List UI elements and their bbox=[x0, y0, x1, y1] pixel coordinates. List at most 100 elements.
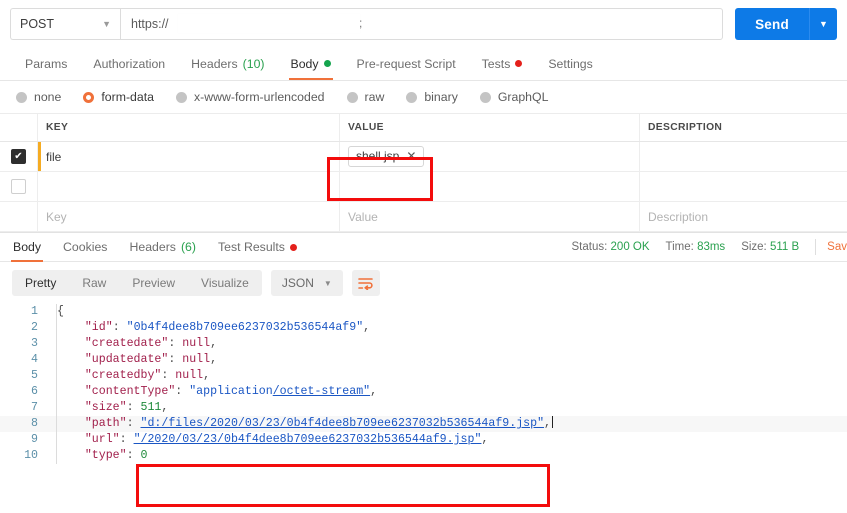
code-token: : bbox=[175, 385, 190, 398]
body-type-x-www-form-urlencoded[interactable]: x-www-form-urlencoded bbox=[175, 90, 325, 104]
code-token: 511 bbox=[140, 401, 162, 414]
code-line-text[interactable]: "contentType": "application/octet-stream… bbox=[46, 384, 377, 400]
table-row[interactable]: file shell.jsp ✕ bbox=[0, 142, 847, 172]
view-raw[interactable]: Raw bbox=[69, 270, 119, 296]
row-key-input[interactable] bbox=[38, 172, 340, 201]
status-value: 200 OK bbox=[610, 241, 650, 253]
row-value-cell[interactable] bbox=[340, 172, 640, 201]
code-line-text[interactable]: "path": "d:/files/2020/03/23/0b4f4dee8b7… bbox=[46, 416, 554, 432]
body-type-none[interactable]: none bbox=[16, 90, 61, 104]
code-token: "path" bbox=[84, 417, 127, 430]
radio-icon[interactable] bbox=[406, 91, 418, 103]
row-description-input[interactable] bbox=[640, 172, 847, 201]
code-line-text[interactable]: "type": 0 bbox=[46, 448, 148, 464]
table-new-row[interactable]: Key Value Description bbox=[0, 202, 847, 232]
response-tab-headers[interactable]: Headers (6) bbox=[118, 232, 207, 262]
code-token: : bbox=[119, 433, 134, 446]
response-language-select[interactable]: JSON ▼ bbox=[270, 270, 343, 296]
row-description-input[interactable] bbox=[640, 142, 847, 171]
row-enabled-checkbox-cell[interactable] bbox=[0, 142, 38, 171]
row-enabled-checkbox[interactable] bbox=[11, 149, 26, 164]
line-number: 4 bbox=[31, 353, 38, 366]
body-type-label: none bbox=[34, 90, 62, 104]
code-token: : bbox=[168, 337, 183, 350]
tab-headers[interactable]: Headers (10) bbox=[178, 47, 277, 80]
wrap-lines-icon[interactable] bbox=[351, 270, 380, 296]
line-number: 2 bbox=[31, 321, 38, 334]
code-line-text[interactable]: "url": "/2020/03/23/0b4f4dee8b709ee62370… bbox=[46, 432, 489, 448]
time-value: 83ms bbox=[697, 241, 726, 253]
body-type-label: x-www-form-urlencoded bbox=[193, 90, 325, 104]
radio-icon[interactable] bbox=[175, 91, 187, 103]
send-button[interactable]: Send bbox=[735, 8, 809, 40]
body-type-binary[interactable]: binary bbox=[406, 90, 458, 104]
http-method-select[interactable]: POST ▼ bbox=[10, 8, 120, 40]
code-line-text[interactable]: "updatedate": null, bbox=[46, 352, 217, 368]
code-line: 8 "path": "d:/files/2020/03/23/0b4f4dee8… bbox=[0, 416, 847, 432]
new-row-key-input[interactable]: Key bbox=[38, 202, 340, 231]
code-token: : bbox=[126, 401, 141, 414]
red-status-dot-icon bbox=[289, 243, 297, 251]
code-line: 9 "url": "/2020/03/23/0b4f4dee8b709ee623… bbox=[0, 432, 847, 448]
size-label: Size: bbox=[741, 241, 767, 253]
tab-pre-request-script[interactable]: Pre-request Script bbox=[344, 47, 469, 80]
file-chip-label: shell.jsp bbox=[356, 149, 400, 163]
tab-body[interactable]: Body bbox=[278, 47, 344, 80]
column-header-key: KEY bbox=[38, 114, 340, 141]
time-stat: Time: 83ms bbox=[666, 241, 726, 253]
line-number: 9 bbox=[31, 433, 38, 446]
table-header-row: KEY VALUE DESCRIPTION bbox=[0, 114, 847, 142]
send-options-caret-icon[interactable]: ▼ bbox=[809, 8, 837, 40]
line-number: 10 bbox=[24, 449, 38, 462]
body-type-label: GraphQL bbox=[497, 90, 549, 104]
row-enabled-checkbox[interactable] bbox=[11, 179, 26, 194]
view-visualize[interactable]: Visualize bbox=[188, 270, 262, 296]
body-type-label: raw bbox=[364, 90, 385, 104]
radio-icon[interactable] bbox=[479, 91, 491, 103]
tab-params[interactable]: Params bbox=[12, 47, 80, 80]
row-value-cell[interactable]: shell.jsp ✕ bbox=[340, 142, 640, 171]
code-token: , bbox=[203, 369, 211, 382]
code-token: : bbox=[126, 417, 141, 430]
postman-window: POST ▼ https:// ; Send ▼ Params Authoriza… bbox=[0, 0, 847, 513]
row-enabled-checkbox-cell[interactable] bbox=[0, 172, 38, 201]
tab-label: Body bbox=[290, 56, 319, 71]
tab-authorization[interactable]: Authorization bbox=[80, 47, 178, 80]
response-body-code[interactable]: 1{2 "id": "0b4f4dee8b709ee6237032b536544… bbox=[0, 304, 847, 464]
tab-tests[interactable]: Tests bbox=[469, 47, 536, 80]
response-tab-cookies[interactable]: Cookies bbox=[52, 232, 118, 262]
body-type-raw[interactable]: raw bbox=[346, 90, 385, 104]
tab-label: Settings bbox=[548, 56, 593, 71]
body-type-label: binary bbox=[424, 90, 458, 104]
view-pretty[interactable]: Pretty bbox=[12, 270, 69, 296]
code-line-text[interactable]: { bbox=[46, 304, 64, 320]
body-type-graphql[interactable]: GraphQL bbox=[479, 90, 549, 104]
code-line-text[interactable]: "createdby": null, bbox=[46, 368, 210, 384]
new-row-value-input[interactable]: Value bbox=[340, 202, 640, 231]
table-row[interactable] bbox=[0, 172, 847, 202]
code-line-text[interactable]: "id": "0b4f4dee8b709ee6237032b536544af9"… bbox=[46, 320, 370, 336]
column-header-description: DESCRIPTION bbox=[648, 122, 723, 133]
radio-icon[interactable] bbox=[16, 91, 27, 103]
tab-settings[interactable]: Settings bbox=[535, 47, 605, 80]
code-token: , bbox=[481, 433, 489, 446]
body-type-form-data[interactable]: form-data bbox=[83, 90, 154, 104]
radio-icon[interactable] bbox=[346, 91, 358, 103]
code-token: "0b4f4dee8b709ee6237032b536544af9" bbox=[126, 321, 364, 334]
code-token: "type" bbox=[84, 449, 127, 462]
response-tab-body[interactable]: Body bbox=[2, 232, 52, 262]
view-preview[interactable]: Preview bbox=[119, 270, 188, 296]
line-number: 7 bbox=[31, 401, 38, 414]
response-tab-test-results[interactable]: Test Results bbox=[207, 232, 308, 262]
new-row-description-input[interactable]: Description bbox=[640, 202, 847, 231]
row-key-input[interactable]: file bbox=[38, 142, 340, 171]
request-url-bar: POST ▼ https:// ; Send ▼ bbox=[0, 0, 847, 48]
code-line-text[interactable]: "createdate": null, bbox=[46, 336, 217, 352]
request-url-input[interactable]: https:// ; bbox=[120, 8, 723, 40]
save-response-link[interactable]: Sav bbox=[827, 241, 847, 253]
tab-label: Tests bbox=[481, 56, 511, 71]
code-line-text[interactable]: "size": 511, bbox=[46, 400, 169, 416]
file-chip[interactable]: shell.jsp ✕ bbox=[348, 146, 425, 167]
radio-icon[interactable] bbox=[83, 91, 95, 103]
close-icon[interactable]: ✕ bbox=[406, 150, 416, 162]
